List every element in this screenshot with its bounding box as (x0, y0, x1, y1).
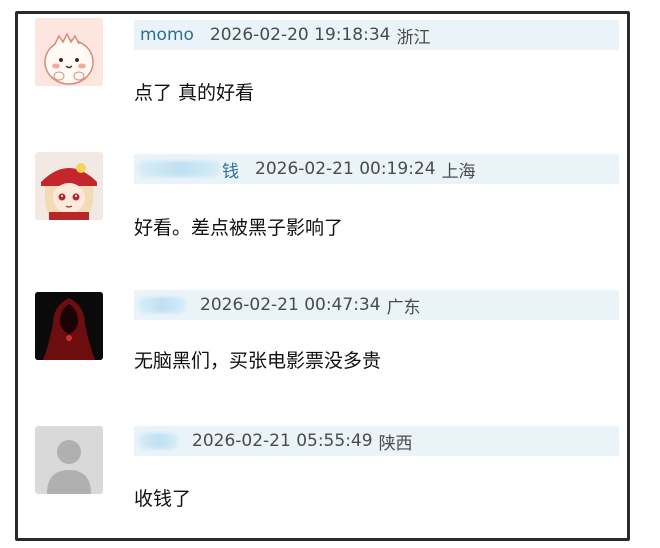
chibi-creature-icon (35, 18, 103, 86)
location: 广东 (386, 297, 421, 318)
comment-meta: 2026-02-21 05:55:49 陕西 (134, 426, 619, 456)
blurred-username[interactable] (138, 161, 220, 177)
comment-list-frame: momo 2026-02-20 19:18:34 浙江 点了 真的好看 钱 20… (15, 11, 630, 541)
location: 浙江 (396, 27, 431, 48)
comment-meta: momo 2026-02-20 19:18:34 浙江 (134, 20, 619, 50)
comment-text: 好看。差点被黑子影响了 (134, 217, 344, 239)
location: 陕西 (378, 433, 413, 454)
comment-text: 点了 真的好看 (134, 82, 255, 104)
username[interactable]: momo (140, 25, 194, 45)
blurred-username[interactable] (138, 297, 186, 313)
red-hooded-figure-icon (35, 292, 103, 360)
avatar[interactable] (35, 292, 103, 360)
comment-meta: 钱 2026-02-21 00:19:24 上海 (134, 154, 619, 184)
location: 上海 (441, 161, 476, 182)
avatar[interactable] (35, 152, 103, 220)
default-user-icon (35, 426, 103, 494)
avatar[interactable] (35, 18, 103, 86)
blurred-username[interactable] (138, 433, 178, 449)
timestamp: 2026-02-20 19:18:34 (209, 25, 391, 45)
comment-text: 收钱了 (134, 488, 192, 510)
timestamp: 2026-02-21 05:55:49 (192, 431, 373, 451)
username[interactable]: 钱 (222, 157, 239, 182)
comment-meta: 2026-02-21 00:47:34 广东 (134, 290, 619, 320)
timestamp: 2026-02-21 00:19:24 (255, 159, 436, 179)
anime-girl-red-hat-icon (35, 152, 103, 220)
comment-text: 无脑黑们，买张电影票没多贵 (134, 350, 382, 372)
avatar[interactable] (35, 426, 103, 494)
timestamp: 2026-02-21 00:47:34 (200, 295, 381, 315)
